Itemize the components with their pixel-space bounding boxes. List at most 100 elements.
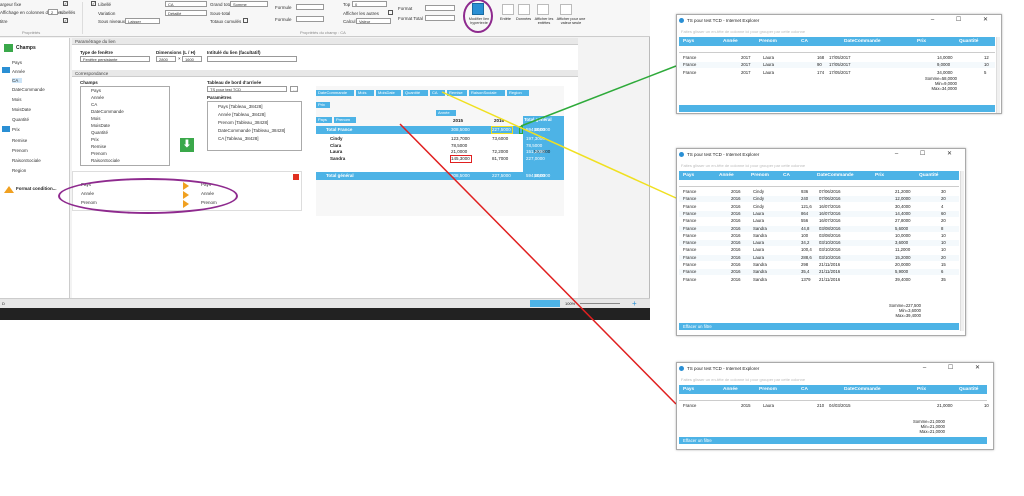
table-cell: France — [683, 196, 697, 202]
table-cell: 2017 — [741, 55, 751, 60]
table-row[interactable]: France 2016 Sandra 298 21/11/2016 20,0000 15 — [679, 262, 959, 268]
column-header[interactable]: CA — [801, 385, 808, 394]
table-cell: 27,8000 — [895, 218, 911, 224]
table-cell: France — [683, 55, 697, 60]
table-cell: 34,2 — [801, 240, 810, 246]
table-cell: 6 — [941, 269, 944, 275]
table-row[interactable]: France 2017 Laura 168 17/05/2017 14,0000 12 — [679, 55, 995, 61]
column-header[interactable]: Prix — [917, 385, 926, 394]
grid-header: Pays Année Prenom CA DateCommande Prix Quantit… — [679, 385, 987, 394]
table-cell: France — [683, 262, 697, 267]
table-row[interactable]: France 2016 Cindy 936 07/06/2016 21,2000 30 — [679, 189, 959, 195]
table-cell: Sandra — [753, 276, 767, 282]
ie-window-2: TS pour test TCD - Internet Explorer – ☐… — [676, 148, 966, 336]
table-cell: 3,6000 — [895, 240, 909, 246]
scrollbar[interactable] — [960, 171, 964, 331]
table-cell: France — [683, 240, 697, 246]
table-cell: France — [683, 210, 697, 216]
table-cell: 21,0000 — [937, 403, 953, 408]
scrollbar[interactable] — [996, 37, 1000, 113]
column-header[interactable]: Prenom — [751, 171, 769, 180]
table-cell: 2016 — [731, 254, 741, 260]
table-cell: 168 — [817, 55, 825, 60]
table-cell: France — [683, 189, 697, 194]
table-row[interactable]: France 2016 Laura 556 16/07/2016 27,8000 20 — [679, 218, 959, 225]
column-header[interactable]: Pays — [683, 171, 694, 180]
table-row[interactable]: France 2017 Laura 174 17/05/2017 34,0000 5 — [679, 69, 995, 76]
table-cell: 2016 — [731, 232, 741, 238]
table-cell: 07/06/2016 — [819, 189, 841, 194]
column-header[interactable]: Année — [723, 385, 738, 394]
window-controls[interactable]: – ☐ ✕ — [923, 363, 990, 374]
table-cell: 240 — [801, 196, 809, 202]
table-cell: 2016 — [731, 189, 741, 194]
column-header[interactable]: DateCommande — [844, 385, 881, 394]
table-row[interactable]: France 2016 Sandra 100 03/08/2016 10,0000 10 — [679, 232, 959, 239]
table-cell: 14,4000 — [895, 210, 911, 216]
table-cell: 2016 — [731, 247, 741, 253]
table-cell: 10 — [941, 240, 946, 246]
table-cell: 2015 — [741, 403, 751, 408]
column-header[interactable]: Quantité — [959, 37, 978, 46]
table-row[interactable]: France 2016 Laura 100,4 03/10/2016 11,2000 10 — [679, 247, 959, 254]
table-row[interactable]: France 2017 Laura 90 17/05/2017 9,0000 10 — [679, 62, 995, 69]
column-header[interactable]: DateCommande — [817, 171, 854, 180]
table-row[interactable]: France 2016 Sandra 44,8 03/08/2016 5,6000 8 — [679, 225, 959, 232]
column-header[interactable]: Pays — [683, 37, 694, 46]
grid-header: Pays Année Prenom CA DateCommande Prix Quantit… — [679, 37, 995, 46]
grid-footer[interactable]: Effacer un filtre — [679, 437, 987, 444]
column-header[interactable]: Année — [723, 37, 738, 46]
table-cell: 30,4000 — [895, 203, 911, 209]
table-cell: 2016 — [731, 196, 741, 202]
filter-row[interactable] — [679, 181, 959, 187]
column-header[interactable]: Quantité — [919, 171, 938, 180]
table-cell: 30 — [941, 189, 946, 194]
table-cell: 5,6000 — [895, 225, 909, 231]
table-row[interactable]: France 2016 Cindy 240 07/06/2016 12,0000 20 — [679, 196, 959, 203]
column-header[interactable]: DateCommande — [844, 37, 881, 46]
table-cell: 10 — [984, 403, 989, 408]
table-cell: 20 — [941, 254, 946, 260]
table-cell: Laura — [753, 218, 764, 224]
column-header[interactable]: CA — [801, 37, 808, 46]
table-row[interactable]: France 2016 Sandra 35,4 21/11/2016 5,9000 6 — [679, 269, 959, 276]
grid-footer[interactable]: Effacer un filtre — [679, 323, 959, 330]
table-cell: 44,8 — [801, 225, 810, 231]
table-row[interactable]: France 2015 Laura 210 04/03/2015 21,0000 10 — [679, 403, 989, 409]
table-row[interactable]: France 2016 Laura 864 16/07/2016 14,4000 60 — [679, 210, 959, 217]
effacer-filtre-link[interactable]: Effacer un filtre — [683, 324, 712, 329]
table-cell: 5 — [984, 69, 987, 75]
table-cell: 100 — [801, 232, 809, 238]
table-cell: 16/07/2016 — [819, 218, 841, 224]
window-controls[interactable]: – ☐ ✕ — [931, 15, 998, 26]
column-header[interactable]: Prix — [917, 37, 926, 46]
column-header[interactable]: Prenom — [759, 385, 777, 394]
table-cell: 4 — [941, 203, 944, 209]
filter-row[interactable] — [679, 395, 987, 401]
table-cell: 03/10/2016 — [819, 247, 841, 253]
stat-max: Max=21,0000 — [919, 429, 946, 434]
table-row[interactable]: France 2016 Sandra 1379 21/11/2016 39,4000 35 — [679, 276, 959, 283]
window-controls[interactable]: – ☐ ✕ — [895, 149, 962, 160]
table-cell: 90 — [817, 62, 822, 68]
table-cell: Laura — [753, 254, 764, 260]
table-cell: France — [683, 254, 697, 260]
table-row[interactable]: France 2016 Laura 34,2 03/10/2016 3,6000 10 — [679, 240, 959, 247]
filter-row[interactable] — [679, 47, 995, 53]
table-cell: 21/11/2016 — [819, 269, 841, 275]
column-header[interactable]: Prix — [875, 171, 884, 180]
table-cell: 5,9000 — [895, 269, 909, 275]
table-row[interactable]: France 2016 Laura 288,6 03/10/2016 15,2000 20 — [679, 254, 959, 261]
table-cell: 35,4 — [801, 269, 810, 275]
grid-header: Pays Année Prenom CA DateCommande Prix Quantit… — [679, 171, 959, 180]
column-header[interactable]: Prenom — [759, 37, 777, 46]
table-cell: 07/06/2016 — [819, 196, 841, 202]
column-header[interactable]: Quantité — [959, 385, 978, 394]
effacer-filtre-link[interactable]: Effacer un filtre — [683, 438, 712, 443]
table-cell: 60 — [941, 210, 946, 216]
table-row[interactable]: France 2016 Cindy 121,6 16/07/2016 30,4000 4 — [679, 203, 959, 210]
column-header[interactable]: Année — [719, 171, 734, 180]
table-cell: 03/10/2016 — [819, 254, 841, 260]
column-header[interactable]: Pays — [683, 385, 694, 394]
column-header[interactable]: CA — [783, 171, 790, 180]
